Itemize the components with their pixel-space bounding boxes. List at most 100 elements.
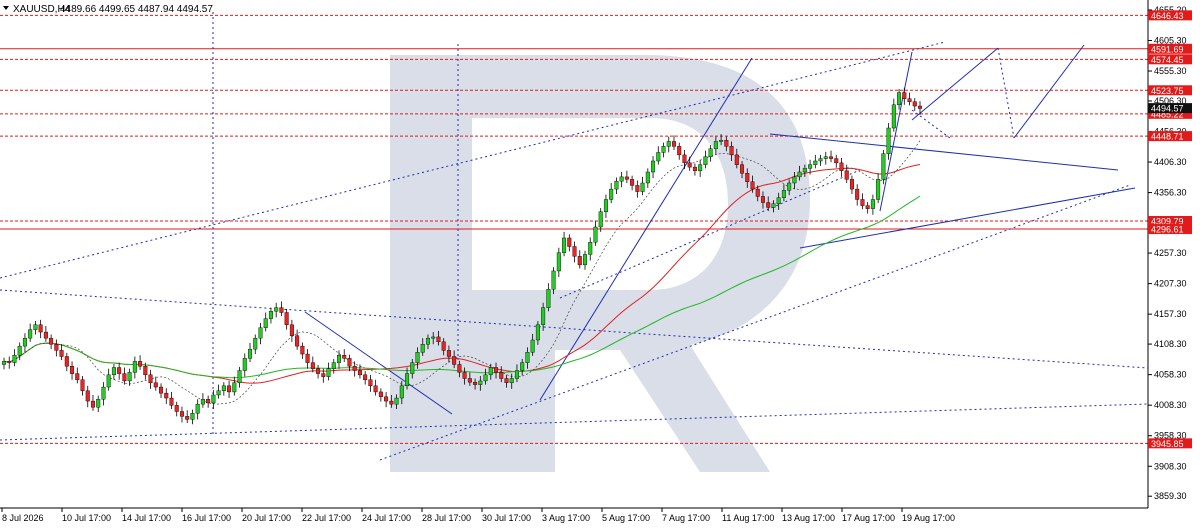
candle-bear xyxy=(860,199,865,206)
candle-bull xyxy=(818,158,823,162)
candle-bull xyxy=(603,199,608,212)
candle-bear xyxy=(321,373,326,377)
candle-bull xyxy=(263,318,268,328)
candle-bear xyxy=(305,353,310,363)
chart-area[interactable]: 4655.204605.304555.304506.304456.304406.… xyxy=(0,0,1200,526)
candle-bull xyxy=(792,176,797,184)
candle-bear xyxy=(504,378,509,383)
level-price-label: 3945.85 xyxy=(1151,439,1184,449)
y-tick-label: 4356.30 xyxy=(1154,188,1187,198)
candle-bear xyxy=(138,361,143,367)
candle-bull xyxy=(719,140,724,142)
candle-bear xyxy=(363,374,368,380)
candle-bull xyxy=(28,329,33,339)
candle-bull xyxy=(96,399,101,408)
candle-bear xyxy=(38,324,43,333)
candle-bear xyxy=(467,378,472,383)
candle-bull xyxy=(520,362,525,371)
candle-bear xyxy=(729,146,734,156)
candle-bull xyxy=(525,352,530,363)
candle-bull xyxy=(216,390,221,396)
candle-bull xyxy=(394,397,399,405)
candle-bull xyxy=(253,337,258,350)
candle-bear xyxy=(122,373,127,382)
candle-bull xyxy=(562,237,567,253)
candle-bear xyxy=(855,188,860,200)
candle-bull xyxy=(583,254,588,266)
candle-bear xyxy=(572,246,577,257)
y-tick-label: 3859.30 xyxy=(1154,491,1187,501)
candle-bull xyxy=(425,337,430,345)
candle-bull xyxy=(708,148,713,157)
candle-bear xyxy=(316,368,321,374)
candle-bear xyxy=(452,356,457,365)
candle-bull xyxy=(509,378,514,383)
candle-bear xyxy=(760,196,765,203)
candle-bear xyxy=(677,146,682,156)
candle-bear xyxy=(185,416,190,420)
y-tick-label: 4058.30 xyxy=(1154,370,1187,380)
candle-bull xyxy=(127,372,132,382)
candle-bear xyxy=(347,358,352,367)
trend-line-dashed xyxy=(997,47,1015,139)
candle-bear xyxy=(849,179,854,190)
x-tick-label: 24 Jul 17:00 xyxy=(362,513,411,523)
candle-bear xyxy=(724,140,729,147)
x-tick-label: 5 Aug 17:00 xyxy=(602,513,650,523)
candle-bear xyxy=(289,324,294,336)
candle-bear xyxy=(577,256,582,266)
candle-bear xyxy=(436,336,441,343)
candle-bear xyxy=(839,162,844,171)
candle-bear xyxy=(671,141,676,147)
candle-bull xyxy=(776,197,781,204)
candle-bear xyxy=(766,202,771,208)
candle-bull xyxy=(326,368,331,377)
candle-bear xyxy=(43,331,48,339)
price-chart[interactable]: 4655.204605.304555.304506.304456.304406.… xyxy=(0,0,1200,526)
candle-bull xyxy=(666,141,671,147)
level-price-label: 4448.71 xyxy=(1151,132,1184,142)
x-tick-label: 7 Aug 17:00 xyxy=(662,513,710,523)
candle-bear xyxy=(446,350,451,357)
x-tick-label: 8 Jul 2026 xyxy=(2,513,44,523)
candle-bear xyxy=(357,370,362,376)
candle-bear xyxy=(174,405,179,412)
candle-bull xyxy=(195,403,200,414)
candle-bull xyxy=(703,156,708,165)
candle-bear xyxy=(829,156,834,159)
candle-bear xyxy=(153,382,158,388)
candle-bull xyxy=(598,211,603,228)
trend-line-solid xyxy=(1013,44,1085,139)
candle-bear xyxy=(473,381,478,385)
dropdown-triangle-icon[interactable] xyxy=(3,6,9,10)
candle-bull xyxy=(881,153,886,180)
candle-bull xyxy=(211,394,216,404)
trend-line-solid xyxy=(769,133,1119,171)
candle-bull xyxy=(33,324,38,330)
candle-bull xyxy=(431,336,436,339)
candle-bull xyxy=(645,171,650,184)
candle-bear xyxy=(378,391,383,398)
candle-bear xyxy=(59,350,64,357)
candle-bear xyxy=(179,411,184,417)
candle-bull xyxy=(802,168,807,173)
candle-bull xyxy=(336,355,341,363)
y-tick-label: 4008.30 xyxy=(1154,400,1187,410)
candle-bull xyxy=(870,199,875,209)
candle-bull xyxy=(541,307,546,325)
candle-bull xyxy=(488,367,493,376)
candle-bear xyxy=(49,337,54,345)
candle-bull xyxy=(415,352,420,363)
candle-bull xyxy=(514,370,519,379)
candle-bear xyxy=(117,367,122,374)
price-axis: 4655.204605.304555.304506.304456.304406.… xyxy=(1147,0,1200,526)
candle-bull xyxy=(232,382,237,393)
candle-bull xyxy=(190,413,195,420)
candle-bull xyxy=(588,242,593,255)
x-tick-label: 3 Aug 17:00 xyxy=(542,513,590,523)
candle-bear xyxy=(624,176,629,180)
candle-bull xyxy=(781,190,786,198)
candle-bear xyxy=(368,379,373,387)
candle-bear xyxy=(373,385,378,393)
x-tick-label: 30 Jul 17:00 xyxy=(482,513,531,523)
